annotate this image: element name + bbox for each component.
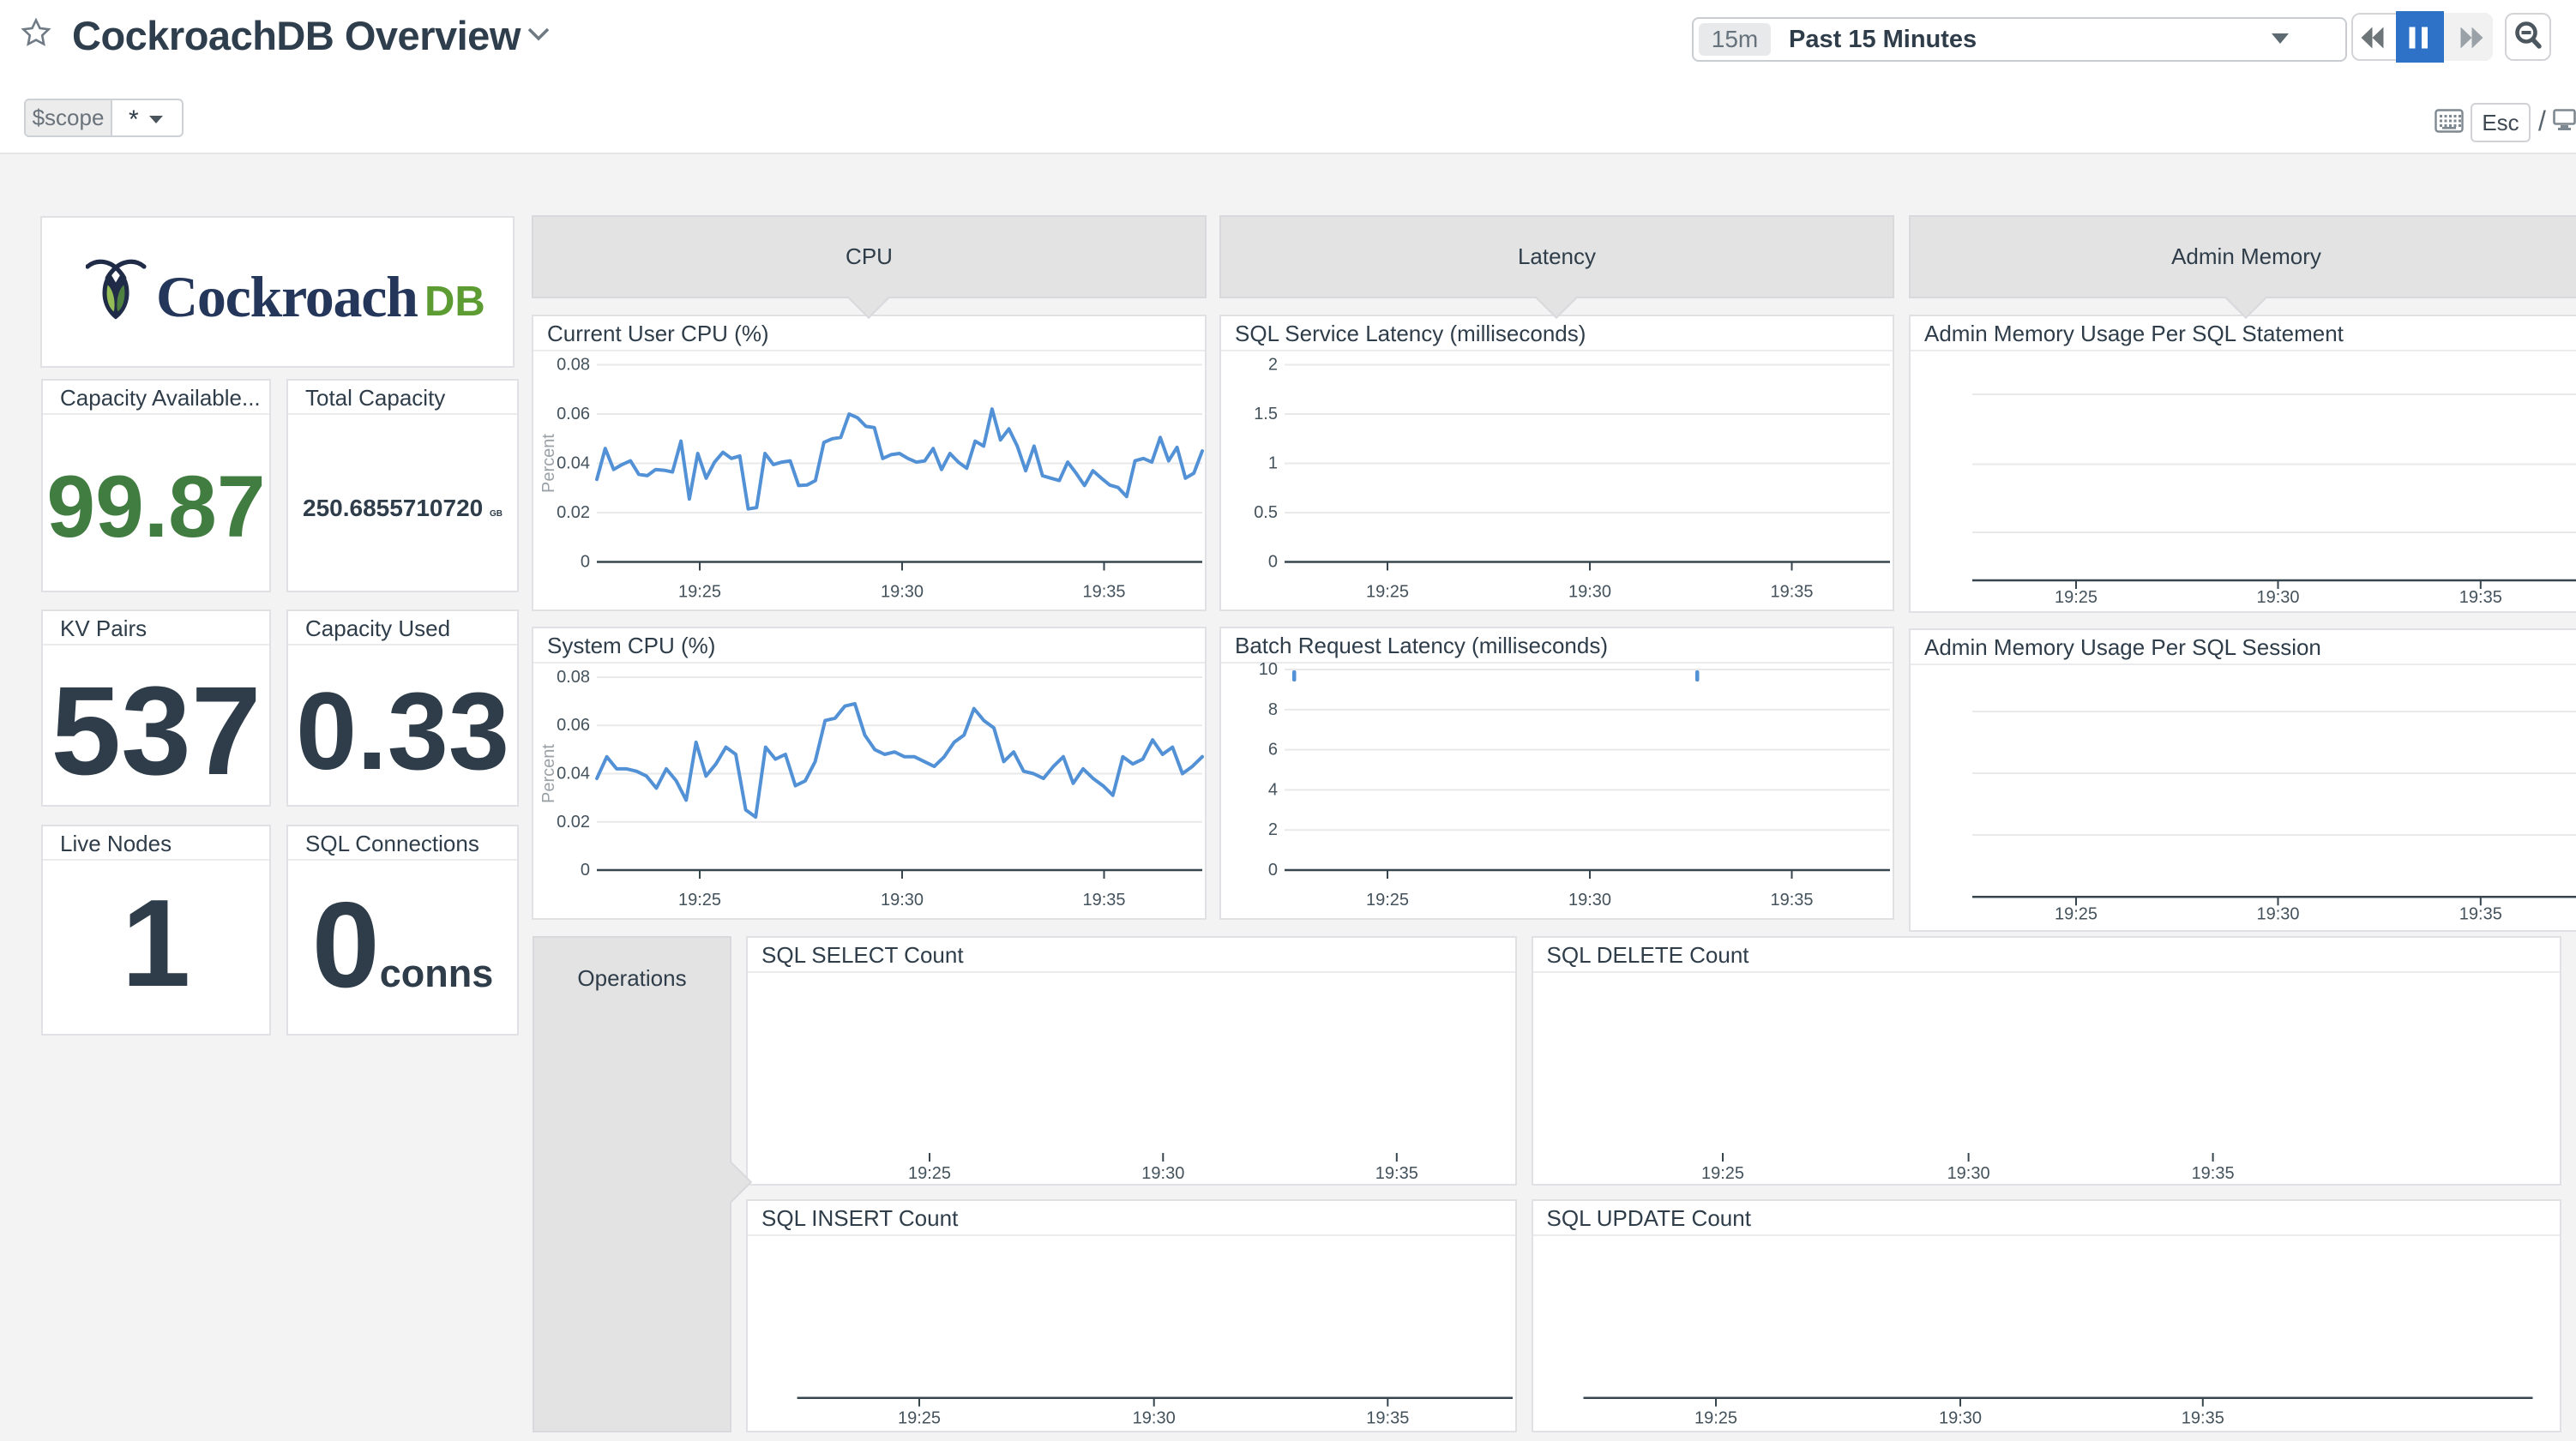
svg-text:0.06: 0.06 [557,405,590,423]
svg-text:19:35: 19:35 [1082,891,1125,910]
svg-text:19:25: 19:25 [2055,588,2098,607]
svg-text:19:35: 19:35 [2459,904,2502,923]
svg-text:19:25: 19:25 [1700,1164,1743,1183]
svg-text:19:35: 19:35 [1082,582,1125,601]
svg-text:Percent: Percent [539,433,558,492]
svg-text:19:30: 19:30 [2256,588,2299,607]
svg-text:19:25: 19:25 [2055,904,2098,923]
svg-text:DB: DB [424,279,485,325]
svg-text:Cockroach: Cockroach [156,264,418,329]
svg-text:8: 8 [1268,700,1278,719]
svg-text:19:30: 19:30 [1568,891,1611,910]
svg-text:1.5: 1.5 [1254,405,1278,423]
svg-text:19:30: 19:30 [1947,1164,1989,1183]
svg-text:19:25: 19:25 [1694,1409,1736,1428]
svg-text:0.08: 0.08 [557,355,590,374]
svg-text:6: 6 [1268,741,1278,760]
svg-text:19:30: 19:30 [881,582,924,601]
svg-text:19:35: 19:35 [2459,588,2502,607]
svg-text:19:30: 19:30 [881,891,924,910]
svg-text:0.02: 0.02 [557,503,590,522]
svg-text:19:35: 19:35 [1770,582,1813,601]
svg-text:19:25: 19:25 [678,891,721,910]
svg-text:19:35: 19:35 [2191,1164,2234,1183]
svg-text:19:30: 19:30 [1141,1164,1184,1183]
svg-text:19:30: 19:30 [1938,1409,1981,1428]
svg-text:0: 0 [581,861,590,880]
svg-text:0.08: 0.08 [557,668,590,687]
svg-text:19:35: 19:35 [1770,891,1813,910]
svg-text:2: 2 [1268,820,1278,839]
svg-text:0.04: 0.04 [557,765,590,784]
svg-text:10: 10 [1259,663,1278,679]
svg-text:1: 1 [1268,453,1278,472]
svg-text:19:25: 19:25 [1366,891,1409,910]
svg-text:19:35: 19:35 [2181,1409,2224,1428]
svg-text:19:30: 19:30 [1133,1409,1176,1428]
svg-text:19:30: 19:30 [1568,582,1611,601]
svg-text:0: 0 [581,552,590,571]
svg-text:0.02: 0.02 [557,813,590,832]
svg-text:0.06: 0.06 [557,716,590,735]
svg-text:0: 0 [1268,861,1278,880]
svg-text:4: 4 [1268,780,1278,799]
svg-text:19:25: 19:25 [898,1409,941,1428]
svg-text:19:35: 19:35 [1375,1164,1418,1183]
svg-text:0: 0 [1268,552,1278,571]
svg-text:0.04: 0.04 [557,453,590,472]
svg-text:19:25: 19:25 [1366,582,1409,601]
svg-text:19:35: 19:35 [1366,1409,1409,1428]
svg-text:0.5: 0.5 [1254,503,1278,522]
svg-text:2: 2 [1268,355,1278,374]
svg-text:19:25: 19:25 [908,1164,951,1183]
svg-text:19:25: 19:25 [678,582,721,601]
svg-text:Percent: Percent [539,744,558,803]
svg-text:19:30: 19:30 [2256,904,2299,923]
